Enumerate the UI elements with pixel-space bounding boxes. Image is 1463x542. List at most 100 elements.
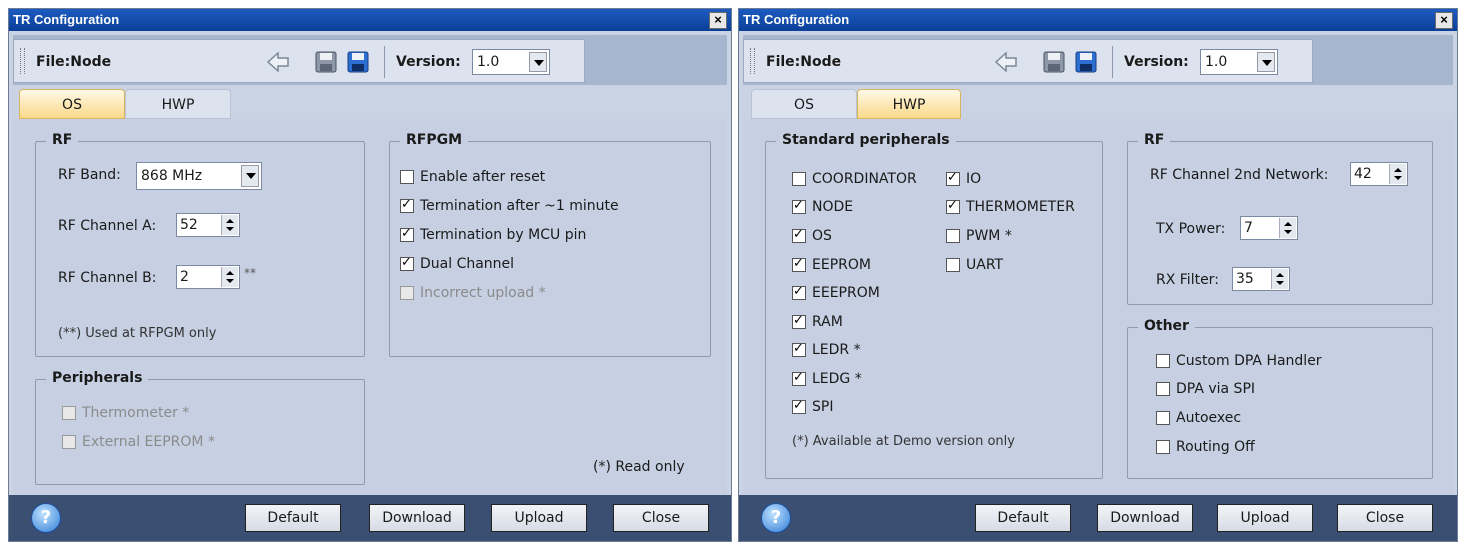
help-icon[interactable]: ? [31,503,61,533]
node-checkbox[interactable]: NODE [792,197,853,216]
version-select[interactable]: 1.0 [1200,49,1278,75]
upload-button[interactable]: Upload [491,504,587,532]
termination-after-minute-checkbox[interactable]: Termination after ~1 minute [400,196,619,215]
checkbox-box[interactable] [792,369,806,387]
checkbox-label: RAM [812,314,843,330]
io-checkbox[interactable]: IO [946,169,981,188]
close-button[interactable]: Close [1337,504,1433,532]
checkbox-label: Dual Channel [420,256,515,272]
ledg-checkbox[interactable]: LEDG * [792,369,862,388]
tab-panel-os: RF RF Band: 868 MHz RF Channel A: 52 RF … [13,119,727,495]
rx-filter-spinner[interactable]: 35 [1232,267,1290,291]
checkbox-box[interactable] [792,197,806,215]
os-checkbox[interactable]: OS [792,226,832,245]
uart-checkbox[interactable]: UART [946,256,1003,274]
grip-handle[interactable] [20,48,25,74]
checkbox-box[interactable] [400,170,414,184]
checkbox-box[interactable] [946,229,960,243]
back-arrow-icon[interactable] [994,50,1018,74]
checkbox-label: COORDINATOR [812,171,917,187]
checkbox-box[interactable] [946,197,960,215]
checkbox-box[interactable] [400,225,414,243]
thermometer-checkbox: Thermometer * [62,404,189,422]
window-os: TR Configuration × File:Node Version: 1.… [8,8,732,542]
spin-arrows-icon[interactable] [221,267,238,287]
spin-arrows-icon[interactable] [1279,218,1296,238]
eeprom-checkbox[interactable]: EEPROM [792,255,871,274]
checkbox-box[interactable] [1156,354,1170,368]
tab-panel-hwp: Standard peripherals COORDINATOR NODE OS… [743,119,1453,495]
checkbox-box[interactable] [792,172,806,186]
dpa-via-spi-checkbox[interactable]: DPA via SPI [1156,380,1255,398]
checkbox-box[interactable] [792,283,806,301]
checkbox-box[interactable] [792,340,806,358]
termination-mcu-pin-checkbox[interactable]: Termination by MCU pin [400,225,586,244]
checkbox-box[interactable] [400,254,414,272]
version-value: 1.0 [477,54,500,70]
default-button[interactable]: Default [245,504,341,532]
tab-os[interactable]: OS [19,89,125,119]
checkbox-box[interactable] [792,312,806,330]
checkbox-label: EEPROM [812,257,871,273]
rf-channel-a-spinner[interactable]: 52 [176,213,240,237]
rfpgm-group: RFPGM Enable after reset Termination aft… [389,132,711,357]
close-button[interactable]: Close [613,504,709,532]
rf-channel-a-label: RF Channel A: [58,218,157,234]
checkbox-box [62,406,76,420]
checkbox-label: Thermometer * [82,405,190,421]
coordinator-checkbox[interactable]: COORDINATOR [792,170,917,188]
checkbox-box[interactable] [946,258,960,272]
back-arrow-icon[interactable] [266,50,290,74]
tab-os[interactable]: OS [751,89,857,119]
autoexec-checkbox[interactable]: Autoexec [1156,409,1241,427]
close-window-button[interactable]: × [1435,12,1453,29]
checkbox-box[interactable] [1156,440,1170,454]
save-as-icon[interactable] [346,50,370,74]
checkbox-box[interactable] [792,397,806,415]
rf-band-select[interactable]: 868 MHz [136,162,262,190]
version-select[interactable]: 1.0 [472,49,550,75]
enable-after-reset-checkbox[interactable]: Enable after reset [400,168,545,186]
checkbox-box[interactable] [792,255,806,273]
chevron-down-icon[interactable] [241,165,259,187]
download-button[interactable]: Download [369,504,465,532]
chevron-down-icon[interactable] [529,52,547,72]
thermometer-checkbox[interactable]: THERMOMETER [946,197,1075,216]
ram-checkbox[interactable]: RAM [792,312,843,331]
custom-dpa-handler-checkbox[interactable]: Custom DPA Handler [1156,352,1322,370]
default-button[interactable]: Default [975,504,1071,532]
external-eeprom-checkbox: External EEPROM * [62,433,215,451]
save-icon[interactable] [314,50,338,74]
checkbox-box[interactable] [1156,411,1170,425]
eeeprom-checkbox[interactable]: EEEPROM [792,283,880,302]
save-as-icon[interactable] [1074,50,1098,74]
dual-channel-checkbox[interactable]: Dual Channel [400,254,515,273]
rf-channel-a-value: 52 [180,217,198,233]
tx-power-spinner[interactable]: 7 [1240,216,1298,240]
checkbox-box[interactable] [400,196,414,214]
spi-checkbox[interactable]: SPI [792,397,833,416]
chevron-down-icon[interactable] [1257,52,1275,72]
grip-handle[interactable] [750,48,755,74]
ledr-checkbox[interactable]: LEDR * [792,340,861,359]
spin-arrows-icon[interactable] [1389,164,1406,184]
checkbox-box[interactable] [792,226,806,244]
save-icon[interactable] [1042,50,1066,74]
upload-button[interactable]: Upload [1217,504,1313,532]
tab-hwp[interactable]: HWP [857,89,961,119]
pwm-checkbox[interactable]: PWM * [946,227,1012,245]
toolbar-separator [1112,46,1113,78]
download-button[interactable]: Download [1097,504,1193,532]
close-window-button[interactable]: × [709,12,727,29]
rf-group: RF RF Channel 2nd Network: 42 TX Power: … [1127,132,1433,305]
rf-channel2-spinner[interactable]: 42 [1350,162,1408,186]
routing-off-checkbox[interactable]: Routing Off [1156,438,1255,456]
checkbox-box[interactable] [946,169,960,187]
spin-arrows-icon[interactable] [1271,269,1288,289]
spin-arrows-icon[interactable] [221,215,238,235]
other-group: Other Custom DPA Handler DPA via SPI Aut… [1127,318,1433,479]
checkbox-box[interactable] [1156,382,1170,396]
help-icon[interactable]: ? [761,503,791,533]
rf-channel-b-spinner[interactable]: 2 [176,265,240,289]
tab-hwp[interactable]: HWP [125,89,231,119]
